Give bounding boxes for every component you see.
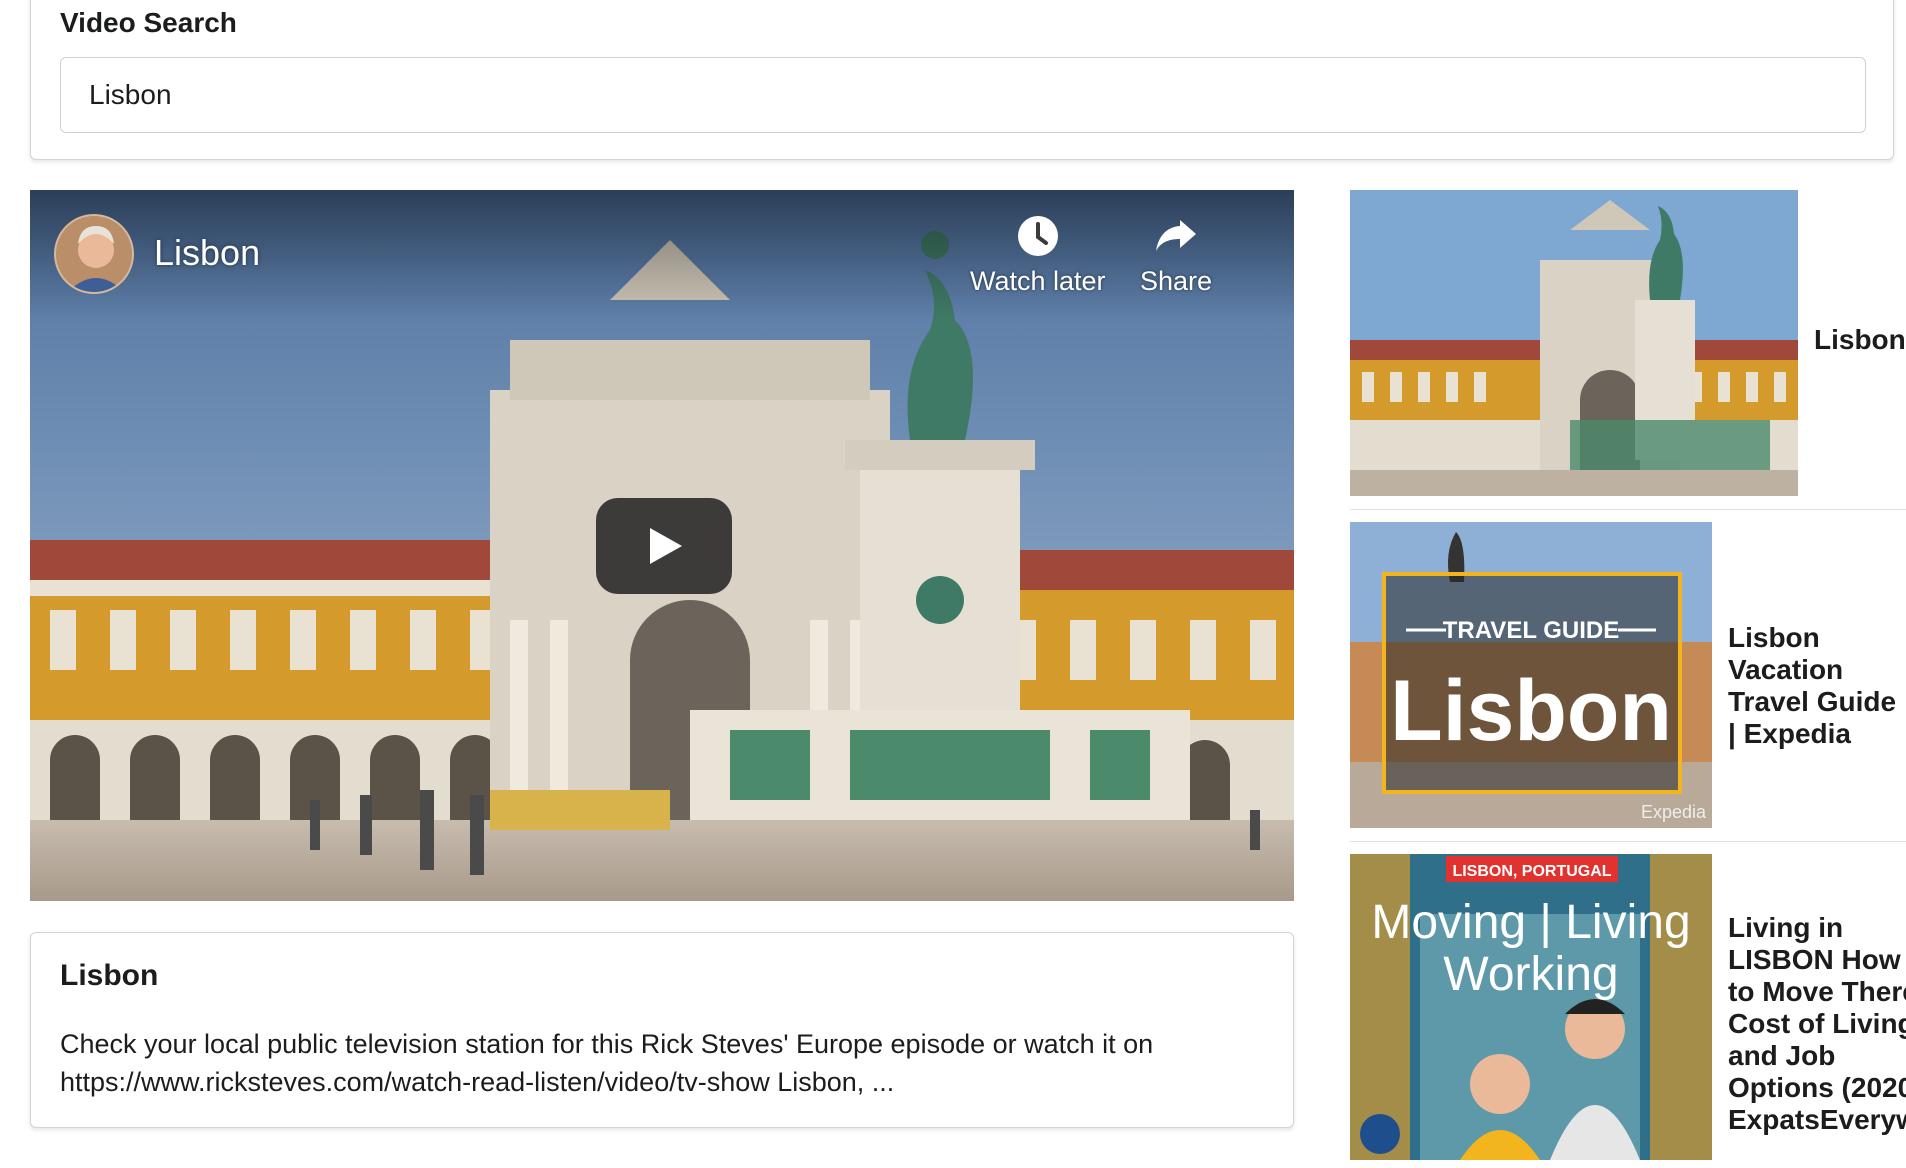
search-label: Video Search: [60, 7, 237, 38]
expedia-logo: Expedia: [1641, 802, 1707, 822]
video-list-item-title[interactable]: Living in LISBON How to Move There, Cost…: [1728, 912, 1906, 1136]
search-input[interactable]: [60, 57, 1866, 133]
share-button[interactable]: Share: [1140, 214, 1212, 297]
video-thumbnail[interactable]: LISBON, PORTUGAL Moving | Living Working: [1350, 854, 1712, 1160]
video-thumbnail[interactable]: [1350, 190, 1798, 496]
thumb-line2-text: Working: [1443, 948, 1618, 1001]
clock-icon: [1017, 216, 1058, 256]
player-video-title[interactable]: Lisbon: [154, 232, 260, 274]
watch-later-button[interactable]: Watch later: [970, 214, 1106, 297]
thumb-line1-text: Moving | Living: [1371, 896, 1690, 949]
watch-later-label: Watch later: [970, 266, 1106, 296]
video-list-item-title[interactable]: Lisbon Vacation Travel Guide | Expedia: [1728, 622, 1906, 750]
video-list-item-title[interactable]: Lisbon: [1814, 324, 1906, 356]
video-list-item[interactable]: LISBON, PORTUGAL Moving | Living Working…: [1350, 854, 1906, 1168]
video-list-item[interactable]: Lisbon: [1350, 190, 1906, 510]
video-details-description: Check your local public television stati…: [60, 1029, 1154, 1097]
thumb-banner-text: TRAVEL GUIDE: [1443, 617, 1619, 644]
share-label: Share: [1140, 266, 1213, 296]
video-thumbnail[interactable]: TRAVEL GUIDE Lisbon Expedia: [1350, 522, 1712, 828]
share-arrow-icon: [1156, 220, 1197, 251]
thumb-big-text: Lisbon: [1390, 663, 1672, 759]
search-segment: Video Search: [30, 0, 1894, 160]
play-icon: [650, 528, 682, 564]
play-button[interactable]: [596, 498, 732, 594]
video-details: Lisbon Check your local public televisio…: [30, 932, 1294, 1128]
video-list-item[interactable]: TRAVEL GUIDE Lisbon Expedia Lisbon Vacat…: [1350, 522, 1906, 842]
video-details-title: Lisbon: [60, 959, 159, 992]
channel-avatar[interactable]: [54, 214, 134, 294]
thumb-tag-text: LISBON, PORTUGAL: [1452, 863, 1611, 880]
video-player[interactable]: Lisbon Watch later Share: [30, 190, 1294, 901]
